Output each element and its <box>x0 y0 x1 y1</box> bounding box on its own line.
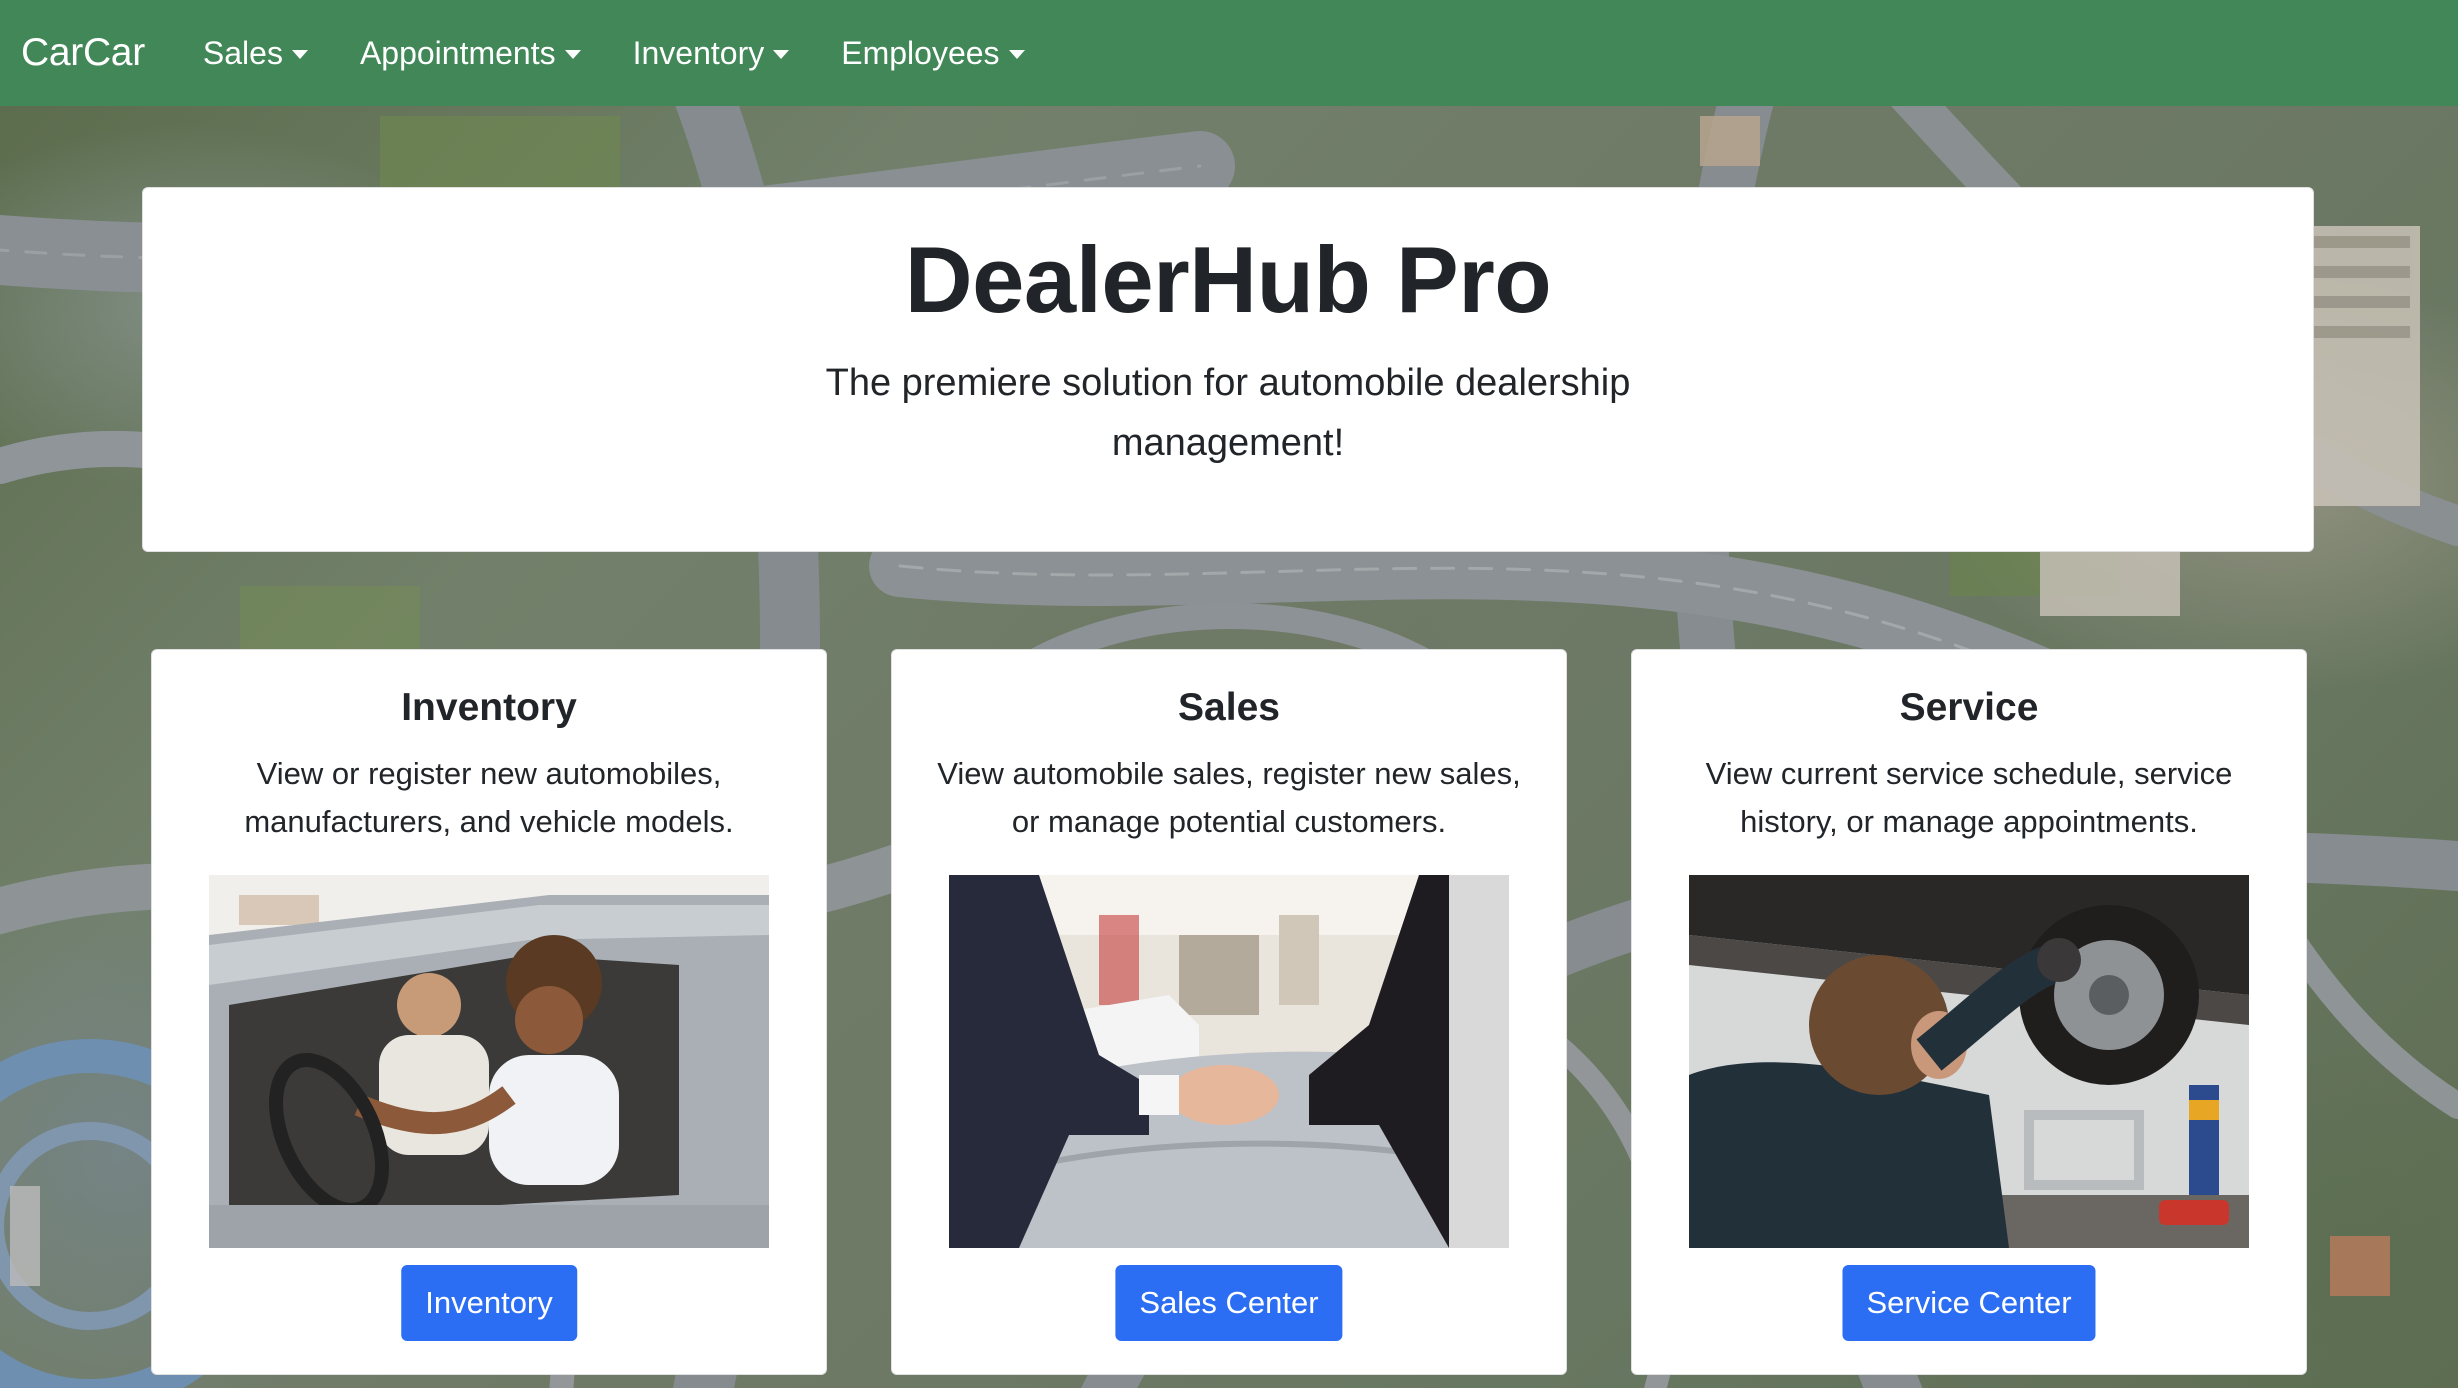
inventory-card: Inventory View or register new automobil… <box>151 649 827 1375</box>
card-description: View automobile sales, register new sale… <box>937 756 1521 839</box>
nav-label-sales: Sales <box>202 34 283 71</box>
sales-card: Sales View automobile sales, register ne… <box>891 649 1567 1375</box>
woman-driving-car-photo <box>209 875 769 1248</box>
service-center-button[interactable]: Service Center <box>1842 1265 2096 1341</box>
caret-down-icon <box>1008 49 1025 59</box>
handshake-showroom-photo <box>949 875 1509 1248</box>
nav-dropdown-appointments[interactable]: Appointments <box>360 35 581 72</box>
nav-label-appointments: Appointments <box>359 34 556 71</box>
card-description: View current service schedule, service h… <box>1705 756 2233 839</box>
caret-down-icon <box>564 49 581 59</box>
inventory-button[interactable]: Inventory <box>401 1265 577 1341</box>
hero-title: DealerHub Pro <box>904 227 1552 332</box>
card-description: View or register new automobiles, manufa… <box>244 756 734 839</box>
hero-card: DealerHub Pro The premiere solution for … <box>142 187 2314 552</box>
nav-dropdown-employees[interactable]: Employees <box>841 34 1025 72</box>
card-title: Sales <box>1178 686 1280 729</box>
card-title: Inventory <box>401 686 577 729</box>
brand-link[interactable]: CarCar <box>21 31 145 75</box>
card-title: Service <box>1899 686 2039 729</box>
hero-subtitle: The premiere solution for automobile dea… <box>825 362 1631 465</box>
nav-label-employees: Employees <box>841 34 1000 71</box>
sales-center-button[interactable]: Sales Center <box>1115 1265 1343 1341</box>
service-card: Service View current service schedule, s… <box>1631 649 2307 1375</box>
caret-down-icon <box>773 49 790 59</box>
top-navbar: CarCar Sales Appointments Inventory Empl… <box>0 0 2458 106</box>
nav-dropdown-inventory[interactable]: Inventory <box>633 35 790 72</box>
nav-label-inventory: Inventory <box>632 34 765 71</box>
mechanic-under-car-photo <box>1689 875 2249 1248</box>
nav-dropdown-sales[interactable]: Sales <box>203 35 308 72</box>
caret-down-icon <box>291 49 308 59</box>
